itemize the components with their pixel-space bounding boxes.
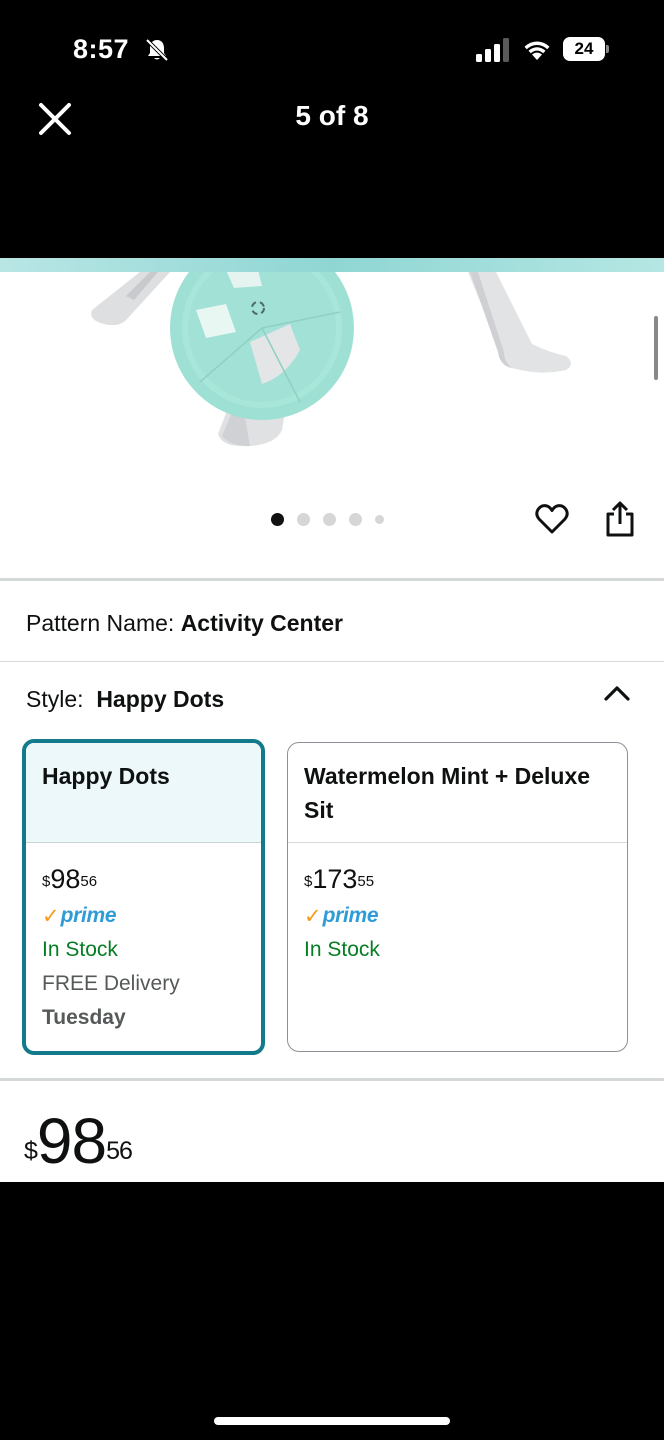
scroll-indicator[interactable] (654, 316, 658, 380)
battery-icon: 24 (563, 37, 609, 61)
divider (0, 578, 664, 581)
delivery-day: Tuesday (42, 1006, 126, 1029)
home-indicator[interactable] (214, 1417, 450, 1425)
option-title: Watermelon Mint + Deluxe Sit (288, 743, 627, 843)
share-icon[interactable] (602, 500, 638, 538)
status-bar: 8:57 24 (0, 0, 664, 90)
chevron-up-icon[interactable] (602, 682, 632, 704)
pagination-dot[interactable] (323, 512, 336, 526)
product-image[interactable] (0, 272, 664, 472)
option-title: Happy Dots (26, 743, 261, 843)
pagination-dot[interactable] (349, 512, 362, 526)
style-value: Happy Dots (96, 686, 225, 712)
divider (0, 1078, 664, 1081)
cellular-signal-icon (476, 38, 509, 62)
prime-logo-text: prime (60, 904, 117, 927)
pattern-name-value: Activity Center (180, 610, 344, 636)
product-panel: Pattern Name: Activity Center Style: Hap… (0, 258, 664, 1182)
heart-icon[interactable] (534, 501, 570, 537)
prime-check-icon: ✓ (42, 904, 60, 928)
stock-status: In Stock (304, 938, 380, 961)
clock: 8:57 (73, 34, 130, 64)
style-option-card-selected[interactable]: Happy Dots $9856 ✓ prime In Stock FREE D… (22, 739, 265, 1055)
pattern-name-row: Pattern Name: Activity Center (26, 610, 343, 637)
image-top-edge (0, 258, 664, 272)
close-icon[interactable] (36, 100, 74, 138)
style-option-card[interactable]: Watermelon Mint + Deluxe Sit $17355 ✓ pr… (287, 742, 628, 1052)
prime-badge: ✓ prime (42, 903, 245, 929)
option-price: $9856 (42, 864, 98, 894)
bell-muted-icon (145, 38, 169, 62)
image-counter: 5 of 8 (295, 100, 369, 131)
pagination-dot-active[interactable] (271, 512, 284, 526)
pattern-name-label: Pattern Name: (26, 610, 175, 636)
style-label: Style: (26, 686, 84, 712)
prime-check-icon: ✓ (304, 904, 322, 928)
pagination-dot[interactable] (375, 514, 384, 524)
pagination-dot[interactable] (297, 512, 310, 526)
delivery-info: FREE Delivery (42, 972, 180, 995)
battery-level: 24 (563, 37, 605, 61)
wifi-icon (524, 41, 550, 60)
style-row[interactable]: Style: Happy Dots (26, 686, 224, 713)
stock-status: In Stock (42, 938, 118, 961)
prime-logo-text: prime (322, 904, 379, 927)
option-price: $17355 (304, 864, 375, 894)
divider (0, 661, 664, 662)
prime-badge: ✓ prime (304, 903, 611, 929)
product-price: $9856 (24, 1105, 133, 1177)
image-pagination-dots (271, 512, 384, 526)
